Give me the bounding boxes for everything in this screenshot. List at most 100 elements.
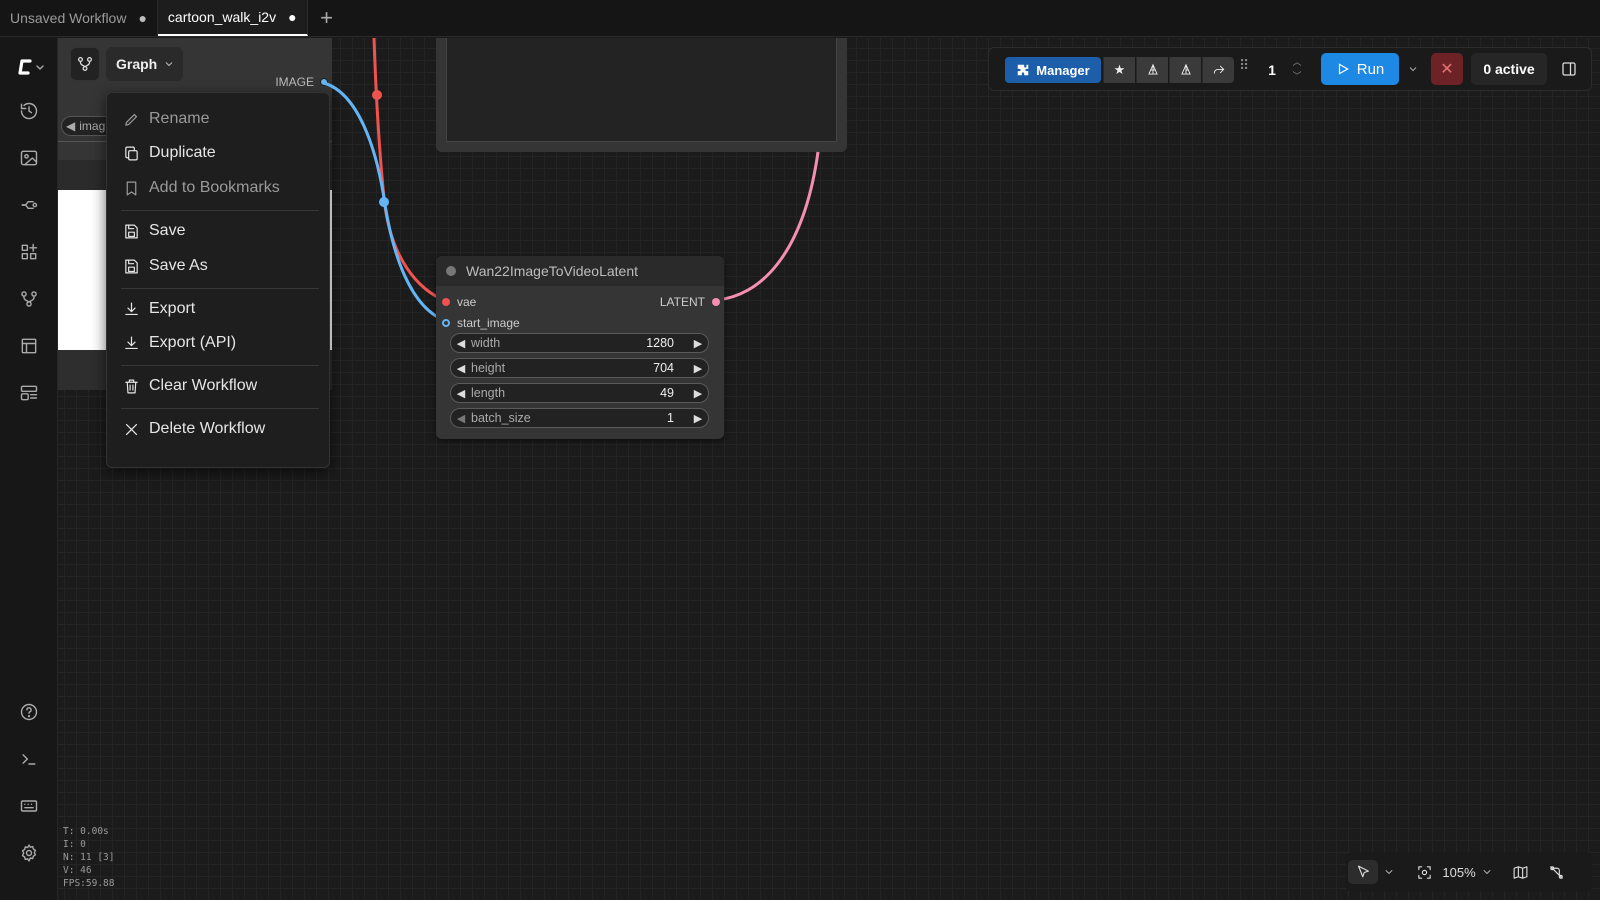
share-arrow-icon: [1213, 65, 1224, 74]
slot-pin[interactable]: [442, 298, 450, 306]
output-slot-latent[interactable]: LATENT: [660, 295, 720, 309]
action-toolbar: Manager ★ ⠿ 1 ︿ ﹀ Run ✕ 0 active: [988, 47, 1592, 91]
focus-icon: [1417, 865, 1431, 879]
queue-panel-icon[interactable]: [17, 381, 41, 405]
fit-view-button[interactable]: [1412, 860, 1436, 884]
toggle-panel-button[interactable]: [1553, 53, 1585, 85]
minimap-toggle[interactable]: [1508, 860, 1532, 884]
media-assets-icon[interactable]: [17, 146, 41, 170]
menu-item-label: Add to Bookmarks: [149, 179, 280, 196]
menu-item-save-as[interactable]: Save As: [107, 251, 331, 281]
length-widget[interactable]: ◀ length 49 ▶: [450, 383, 709, 403]
model-action-button[interactable]: [1136, 57, 1168, 83]
help-icon[interactable]: [17, 700, 41, 724]
input-slot-start-image[interactable]: start_image: [442, 316, 520, 330]
menu-item-label: Delete Workflow: [149, 420, 266, 437]
terminal-icon[interactable]: [17, 747, 41, 771]
graph-nodes-icon: [77, 56, 93, 72]
unsaved-indicator: ●: [138, 10, 147, 26]
menu-item-label: Export: [149, 300, 196, 317]
slot-pin[interactable]: [712, 298, 720, 306]
zoom-level[interactable]: 105%: [1440, 860, 1478, 884]
run-label: Run: [1356, 60, 1385, 78]
decrement-arrow-icon[interactable]: ◀: [451, 412, 471, 425]
increment-arrow-icon[interactable]: ▶: [688, 337, 708, 350]
preview-node[interactable]: [436, 38, 847, 152]
link-latent: [716, 151, 820, 302]
menu-separator: [121, 408, 319, 409]
menu-item-delete-workflow[interactable]: Delete Workflow: [107, 414, 331, 444]
width-widget[interactable]: ◀ width 1280 ▶: [450, 333, 709, 353]
batch-size-widget[interactable]: ◀ batch_size 1 ▶: [450, 408, 709, 428]
menu-item-clear-workflow[interactable]: Clear Workflow: [107, 371, 331, 401]
chevron-down-icon: [1385, 870, 1393, 874]
input-slot-vae[interactable]: vae: [442, 295, 476, 309]
menu-item-label: Clear Workflow: [149, 377, 258, 394]
widget-label: imag: [79, 119, 106, 133]
new-tab-button[interactable]: +: [308, 0, 346, 36]
increment-arrow-icon[interactable]: ▶: [688, 412, 708, 425]
node-header[interactable]: Wan22ImageToVideoLatent: [436, 256, 724, 286]
run-button[interactable]: Run: [1321, 53, 1399, 85]
decrement-arrow-icon[interactable]: ◀: [451, 387, 471, 400]
menu-item-label: Export (API): [149, 334, 237, 351]
link-visibility-toggle[interactable]: [1544, 860, 1568, 884]
menu-item-add-to-bookmarks[interactable]: Add to Bookmarks: [107, 173, 331, 203]
collapse-dot-icon[interactable]: [446, 266, 456, 276]
menu-item-export-api[interactable]: Export (API): [107, 328, 331, 358]
widget-value[interactable]: 49: [660, 386, 674, 400]
workflow-graph-icon-button[interactable]: [70, 47, 100, 81]
templates-icon[interactable]: [17, 334, 41, 358]
favorites-star-button[interactable]: ★: [1103, 57, 1135, 83]
select-tool-button[interactable]: [1348, 860, 1378, 884]
widget-value[interactable]: 704: [653, 361, 674, 375]
widget-label: width: [471, 336, 501, 350]
tab-unsaved-workflow[interactable]: Unsaved Workflow ●: [0, 0, 158, 36]
tab-cartoon-walk-i2v[interactable]: cartoon_walk_i2v ●: [157, 0, 308, 36]
node-library-icon[interactable]: [17, 240, 41, 264]
batch-count-stepper[interactable]: ︿ ﹀: [1291, 55, 1303, 85]
height-widget[interactable]: ◀ height 704 ▶: [450, 358, 709, 378]
batch-count-input[interactable]: 1: [1257, 57, 1287, 83]
cancel-run-button[interactable]: ✕: [1431, 53, 1463, 85]
render-stats: T: 0.00s I: 0 N: 11 [3] V: 46 FPS:59.88: [63, 825, 114, 890]
chevron-down-icon[interactable]: ﹀: [1291, 69, 1303, 83]
chevron-down-icon: [1483, 870, 1491, 874]
manager-label: Manager: [1036, 62, 1090, 78]
models-library-icon[interactable]: [17, 193, 41, 217]
decrement-arrow-icon[interactable]: ◀: [451, 337, 471, 350]
increment-arrow-icon[interactable]: ▶: [688, 387, 708, 400]
keyboard-icon[interactable]: [17, 794, 41, 818]
star-icon: ★: [1113, 62, 1126, 77]
save-icon: [125, 259, 138, 273]
zoom-dropdown[interactable]: [1479, 860, 1495, 884]
menu-item-rename[interactable]: Rename: [107, 104, 331, 134]
graph-menu-button[interactable]: Graph: [106, 47, 183, 81]
output-slot-image[interactable]: [320, 78, 328, 86]
model-action-button-2[interactable]: [1169, 57, 1201, 83]
widget-value[interactable]: 1280: [646, 336, 674, 350]
widget-value[interactable]: 1: [667, 411, 674, 425]
history-icon[interactable]: [17, 99, 41, 123]
tool-dropdown[interactable]: [1380, 860, 1398, 884]
manager-button[interactable]: Manager: [1005, 57, 1101, 83]
tree-icon: [1147, 63, 1158, 75]
node-title: Wan22ImageToVideoLatent: [466, 263, 639, 279]
menu-item-save[interactable]: Save: [107, 216, 331, 246]
active-queue-button[interactable]: 0 active: [1471, 53, 1547, 85]
workflows-icon[interactable]: [17, 287, 41, 311]
share-button[interactable]: [1202, 57, 1234, 83]
slot-pin[interactable]: [442, 319, 450, 327]
wan22-image-to-video-latent-node[interactable]: Wan22ImageToVideoLatent vae start_image …: [436, 256, 724, 439]
settings-gear-icon[interactable]: [17, 841, 41, 865]
menu-item-duplicate[interactable]: Duplicate: [107, 138, 331, 168]
increment-arrow-icon[interactable]: ▶: [688, 362, 708, 375]
decrement-arrow-icon[interactable]: ◀: [451, 362, 471, 375]
run-options-dropdown[interactable]: [1401, 53, 1425, 85]
menu-item-label: Duplicate: [149, 144, 216, 161]
chevron-up-icon[interactable]: ︿: [1291, 55, 1303, 69]
drag-handle-icon[interactable]: ⠿: [1239, 58, 1249, 80]
slot-label: vae: [457, 295, 477, 309]
menu-item-export[interactable]: Export: [107, 294, 331, 324]
comfy-logo-icon[interactable]: [14, 55, 48, 79]
